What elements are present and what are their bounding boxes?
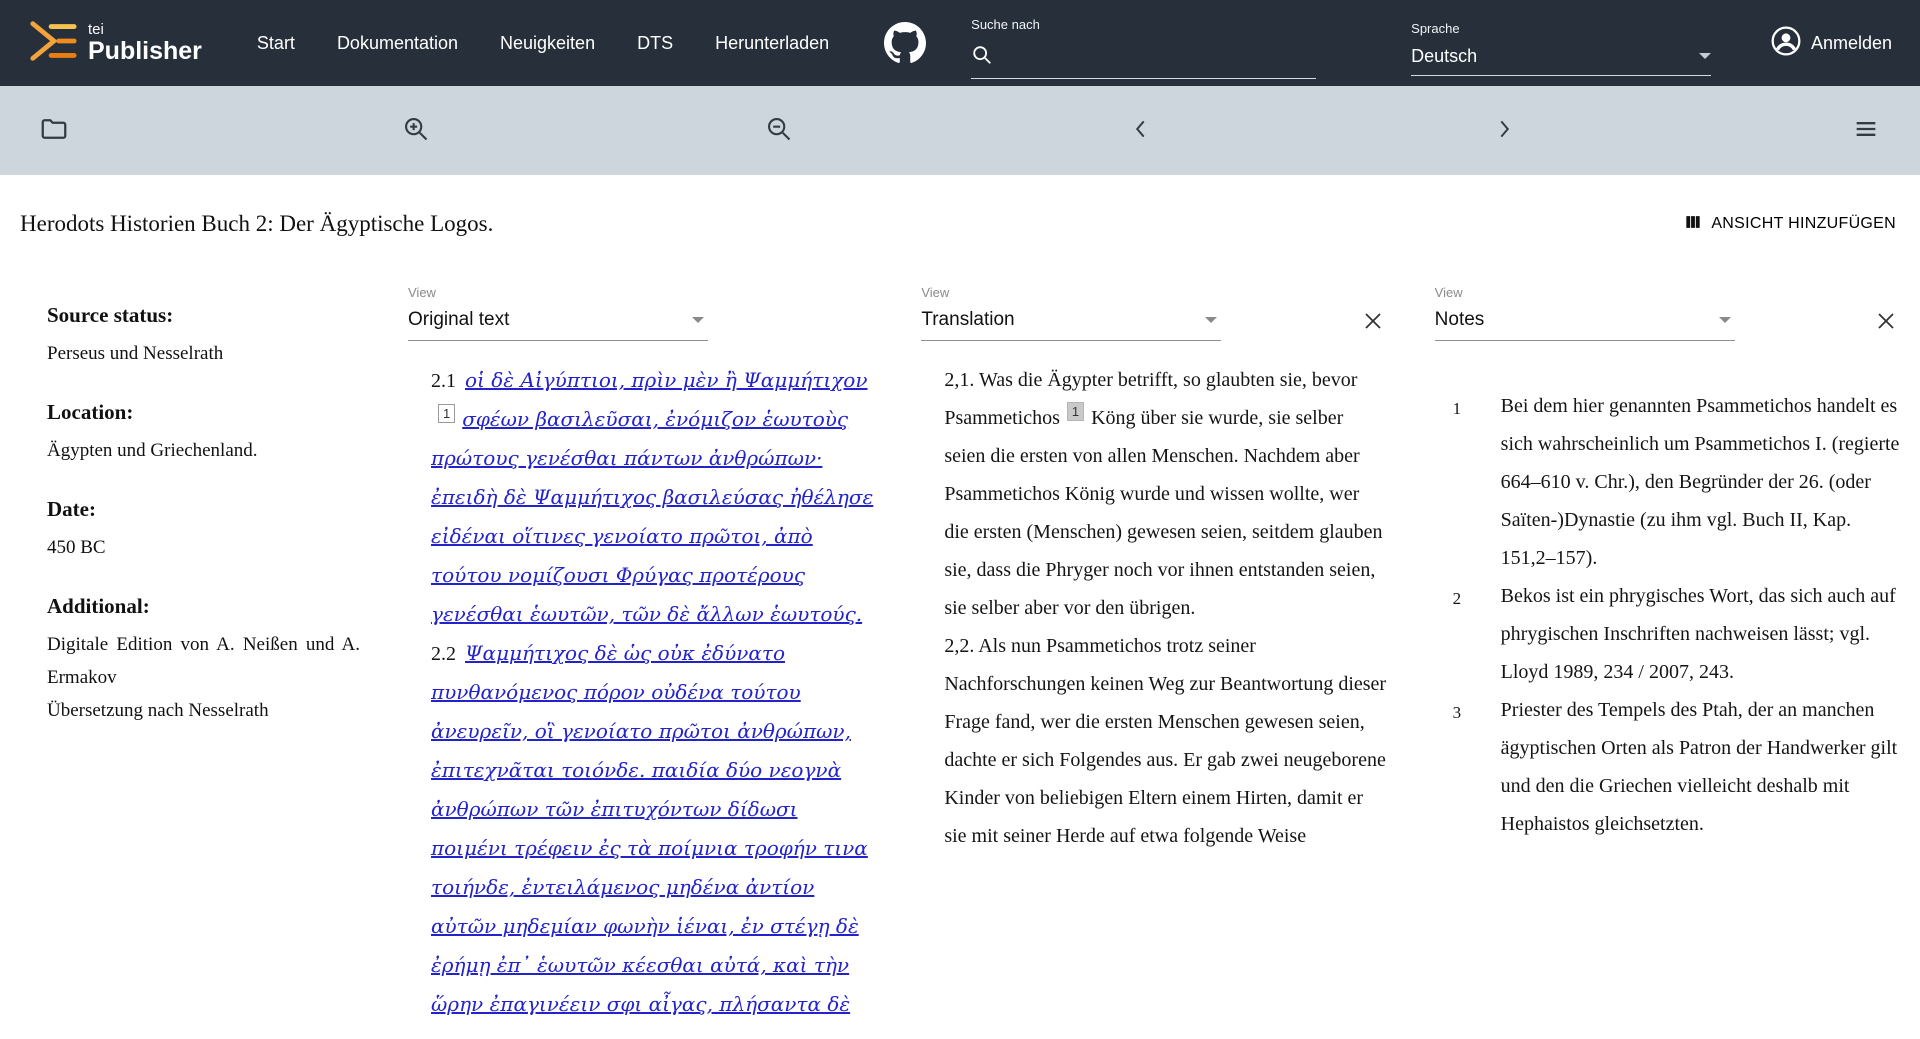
search-box: Suche nach <box>971 0 1317 86</box>
zoom-in-icon <box>402 115 430 146</box>
nav-item-start[interactable]: Start <box>257 33 295 54</box>
metadata-value: Ägypten und Griechenland. <box>47 440 258 461</box>
chevron-down-icon <box>1718 317 1731 323</box>
footnote-number[interactable]: 1 <box>1453 387 1501 577</box>
metadata-value: Digitale Edition von A. Neißen und A. Er… <box>47 634 360 688</box>
view-select-value: Notes <box>1434 309 1485 330</box>
metadata-label: Date: <box>47 497 96 521</box>
search-input[interactable] <box>1002 51 1317 71</box>
footnote-text: Priester des Tempels des Ptah, der an ma… <box>1500 699 1898 835</box>
search-label: Suche nach <box>971 17 1040 32</box>
view-select-label: View <box>408 285 436 300</box>
notes-body: 1 Bei dem hier genannten Psammetichos han… <box>1435 387 1900 843</box>
zoom-in-button[interactable] <box>396 111 436 151</box>
metadata-block: Source status: Perseus und Nesselrath <box>47 303 360 370</box>
footnote-number[interactable]: 3 <box>1453 691 1501 843</box>
account-icon <box>1770 25 1802 62</box>
section-number: 2.2 <box>431 643 461 665</box>
text-segment: 2,2. Als nun Psammetichos trotz seiner N… <box>944 635 1387 847</box>
brand-tei: tei <box>88 21 104 38</box>
text-paragraph: 2.1 οἱ δὲ Αἰγύπτιοι, πρὶν μὲν ἢ Ψαμμήτιχ… <box>431 361 873 634</box>
previous-page-button[interactable] <box>1121 111 1161 151</box>
close-icon <box>1874 313 1898 336</box>
nav-item-neuigkeiten[interactable]: Neuigkeiten <box>500 33 595 54</box>
login-button[interactable]: Anmelden <box>1770 25 1892 62</box>
view-select-notes[interactable]: View Notes <box>1434 285 1735 341</box>
close-icon <box>1361 313 1385 336</box>
panel-original-text: View Original text 2.1 οἱ δὲ Αἰγύπτιοι, … <box>408 285 873 1024</box>
hamburger-menu-icon <box>1852 115 1880 146</box>
chevron-left-icon <box>1128 116 1154 145</box>
footnote-text: Bekos ist ein phrygisches Wort, das sich… <box>1500 585 1896 683</box>
chevron-right-icon <box>1491 116 1517 145</box>
view-select-label: View <box>1434 285 1463 300</box>
view-select-value: Original text <box>408 309 510 330</box>
zoom-out-icon <box>765 115 793 146</box>
search-icon <box>971 44 993 71</box>
section-number: 2.1 <box>431 370 461 392</box>
next-page-button[interactable] <box>1484 111 1524 151</box>
text-link[interactable]: σφέων βασιλεῦσαι, ἐνόμιζον ἑωυτοὺς πρώτο… <box>431 407 873 626</box>
view-select-original[interactable]: View Original text <box>408 285 708 341</box>
text-paragraph: 2,1. Was die Ägypter betrifft, so glaubt… <box>944 361 1386 627</box>
menu-button[interactable] <box>1846 111 1886 151</box>
metadata-block: Date: 450 BC <box>47 497 360 564</box>
nav-item-herunterladen[interactable]: Herunterladen <box>715 33 829 54</box>
close-panel-button[interactable] <box>1359 307 1387 338</box>
panel-notes: View Notes 1 Bei dem hier genannten Psamm… <box>1434 285 1900 843</box>
brand-publisher: Publisher <box>88 37 202 65</box>
metadata-block: Location: Ägypten und Griechenland. <box>47 400 360 467</box>
main-content: Herodots Historien Buch 2: Der Ägyptisch… <box>0 211 1920 1024</box>
view-column-icon <box>1683 212 1703 237</box>
brand-logo[interactable]: tei Publisher <box>28 19 202 68</box>
close-panel-button[interactable] <box>1872 307 1900 338</box>
chevron-down-icon <box>692 317 704 323</box>
text-link[interactable]: οἱ δὲ Αἰγύπτιοι, πρὶν μὲν ἢ Ψαμμήτιχον <box>465 368 868 392</box>
text-segment: Köng über sie wurde, sie selber seien di… <box>944 407 1383 619</box>
footnote: 3 Priester des Tempels des Ptah, der an m… <box>1453 691 1900 843</box>
text-paragraph: 2,2. Als nun Psammetichos trotz seiner N… <box>944 627 1386 855</box>
folder-icon <box>39 114 69 147</box>
view-select-translation[interactable]: View Translation <box>921 285 1222 341</box>
footnote-number[interactable]: 2 <box>1453 577 1501 691</box>
document-metadata: Source status: Perseus und Nesselrath Loca… <box>20 285 360 757</box>
nav-item-dts[interactable]: DTS <box>637 33 673 54</box>
footnote: 1 Bei dem hier genannten Psammetichos han… <box>1453 387 1900 577</box>
view-select-value: Translation <box>921 309 1015 330</box>
metadata-block: Additional: Digitale Edition von A. Neiße… <box>47 594 360 727</box>
panel-translation: View Translation 2,1. Was die Ägypter be… <box>921 285 1386 855</box>
view-select-label: View <box>921 285 950 300</box>
zoom-out-button[interactable] <box>759 111 799 151</box>
language-value: Deutsch <box>1411 45 1478 66</box>
chevron-down-icon <box>1205 317 1218 323</box>
footnote-ref[interactable]: 1 <box>1066 402 1085 422</box>
metadata-label: Additional: <box>47 594 150 618</box>
metadata-value: 450 BC <box>47 537 106 558</box>
chevron-down-icon <box>1699 53 1712 59</box>
github-icon[interactable] <box>884 22 927 64</box>
metadata-label: Source status: <box>47 303 174 327</box>
footnote: 2 Bekos ist ein phrygisches Wort, das sic… <box>1453 577 1900 691</box>
document-toolbar <box>0 86 1920 175</box>
language-select[interactable]: Sprache Deutsch <box>1411 0 1712 86</box>
contents-button[interactable] <box>34 111 74 151</box>
metadata-value: Übersetzung nach Nesselrath <box>47 700 269 721</box>
text-link[interactable]: Ψαμμήτιχος δὲ ὡς οὐκ ἐδύνατο πυνθανόμενο… <box>431 641 868 1016</box>
tei-publisher-logo-icon <box>28 19 78 68</box>
page-title: Herodots Historien Buch 2: Der Ägyptisch… <box>20 211 494 236</box>
original-text-body: 2.1 οἱ δὲ Αἰγύπτιοι, πρὶν μὲν ἢ Ψαμμήτιχ… <box>408 361 873 1024</box>
text-paragraph: 2.2 Ψαμμήτιχος δὲ ὡς οὐκ ἐδύνατο πυνθανό… <box>431 634 873 1024</box>
top-nav: tei Publisher Start Dokumentation Neuigkei… <box>0 0 1920 86</box>
footnote-text: Bei dem hier genannten Psammetichos hand… <box>1500 395 1900 569</box>
login-label: Anmelden <box>1810 32 1892 53</box>
add-view-label: ANSICHT HINZUFÜGEN <box>1711 215 1896 232</box>
add-view-button[interactable]: ANSICHT HINZUFÜGEN <box>1683 212 1896 237</box>
translation-body: 2,1. Was die Ägypter betrifft, so glaubt… <box>921 361 1386 855</box>
metadata-value: Perseus und Nesselrath <box>47 343 224 364</box>
metadata-label: Location: <box>47 400 134 424</box>
language-label: Sprache <box>1411 20 1460 36</box>
footnote-ref[interactable]: 1 <box>438 404 456 424</box>
main-nav: Start Dokumentation Neuigkeiten DTS Herunter… <box>257 33 829 54</box>
nav-item-dokumentation[interactable]: Dokumentation <box>337 33 458 54</box>
